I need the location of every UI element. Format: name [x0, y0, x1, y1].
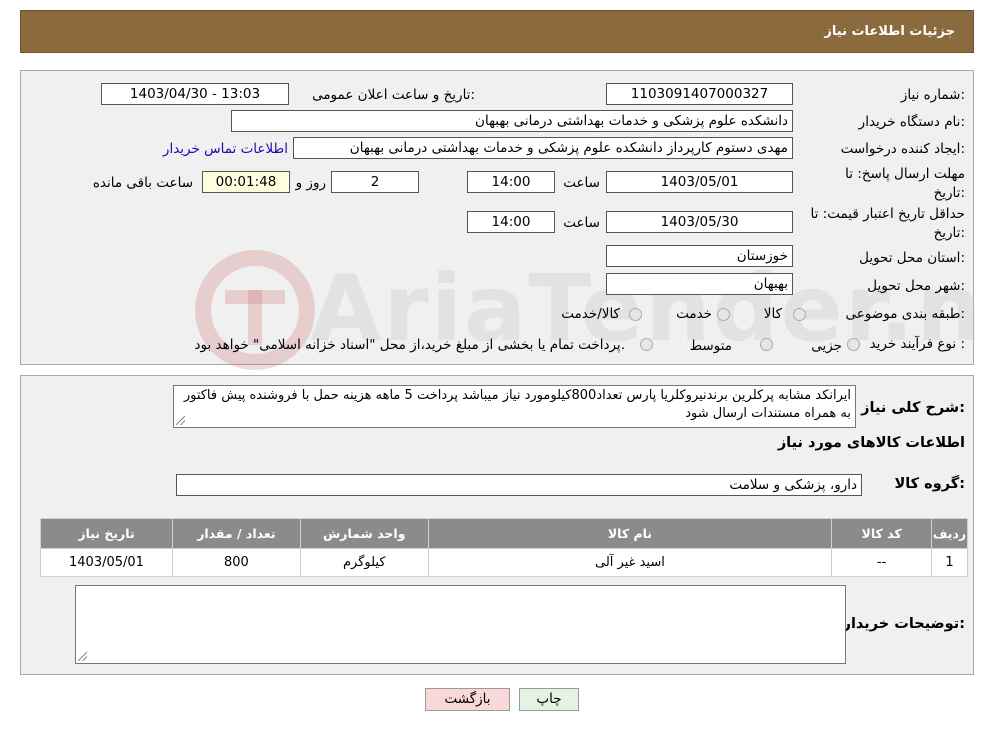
description-text: ایرانکد مشابه پرکلرین برندنیروکلریا پارس…: [183, 388, 851, 421]
buyer-notes-text: [76, 586, 845, 590]
announce-datetime-field: 1403/04/30 - 13:03: [101, 83, 289, 105]
col-need-date: تاریخ نیاز: [40, 518, 173, 549]
goods-group-field: دارو، پزشکی و سلامت: [176, 474, 862, 496]
col-unit: واحد شمارش: [299, 518, 429, 549]
buyer-notes-textarea[interactable]: [75, 585, 846, 664]
cell-goods-name: اسید غیر آلی: [427, 548, 833, 577]
category-label: طبقه بندی موضوعی:: [845, 306, 965, 322]
province-field: خوزستان: [606, 245, 793, 267]
remaining-time-label: ساعت باقی مانده: [92, 175, 193, 191]
province-label: استان محل تحویل:: [859, 250, 965, 266]
category-goods-service-label: کالا/خدمت: [561, 306, 620, 322]
col-goods-code: کد کالا: [831, 518, 933, 549]
validity-label: حداقل تاریخ اعتبار قیمت: تا تاریخ:: [810, 206, 965, 241]
col-quantity: تعداد / مقدار: [171, 518, 301, 549]
process-medium-radio[interactable]: [760, 338, 773, 351]
need-number-field: 1103091407000327: [606, 83, 793, 105]
goods-section-title: اطلاعات کالاهای مورد نیاز: [777, 435, 965, 451]
process-minor-label: جزیی: [811, 338, 842, 354]
cell-unit: کیلوگرم: [299, 548, 429, 577]
validity-date-field: 1403/05/30: [606, 211, 793, 233]
process-type-label: نوع فرآیند خرید :: [869, 336, 965, 352]
buyer-org-label: نام دستگاه خریدار:: [858, 114, 965, 130]
process-note: پرداخت تمام یا بخشی از مبلغ خرید،از محل …: [194, 337, 625, 353]
category-goods-radio[interactable]: [793, 308, 806, 321]
deadline-label: مهلت ارسال پاسخ: تا تاریخ:: [845, 166, 965, 201]
resize-grip-icon[interactable]: [78, 652, 87, 661]
goods-table-header: ردیف کد کالا نام کالا واحد شمارش تعداد /…: [40, 518, 968, 549]
process-medium-label: متوسط: [689, 338, 732, 354]
description-textarea[interactable]: ایرانکد مشابه پرکلرین برندنیروکلریا پارس…: [173, 385, 856, 428]
cell-goods-code: --: [831, 548, 933, 577]
print-button[interactable]: چاپ: [519, 688, 579, 711]
need-number-label: شماره نیاز:: [900, 87, 965, 103]
deadline-time-label: ساعت: [563, 175, 600, 191]
page-title: جزئیات اطلاعات نیاز: [824, 24, 955, 39]
back-button[interactable]: بازگشت: [425, 688, 510, 711]
process-minor-radio[interactable]: [847, 338, 860, 351]
city-label: شهر محل تحویل:: [867, 278, 965, 294]
page-header: جزئیات اطلاعات نیاز: [20, 10, 974, 53]
treasury-bonds-radio[interactable]: [640, 338, 653, 351]
goods-group-label: گروه کالا:: [894, 476, 965, 492]
remaining-time-field: 00:01:48: [202, 171, 290, 193]
col-goods-name: نام کالا: [427, 518, 833, 549]
resize-grip-icon[interactable]: [176, 416, 185, 425]
category-goods-service-radio[interactable]: [629, 308, 642, 321]
city-field: بهبهان: [606, 273, 793, 295]
deadline-time-field: 14:00: [467, 171, 555, 193]
goods-table: ردیف کد کالا نام کالا واحد شمارش تعداد /…: [40, 518, 968, 577]
description-label: شرح کلی نیاز:: [861, 400, 965, 416]
deadline-date-field: 1403/05/01: [606, 171, 793, 193]
cell-quantity: 800: [171, 548, 301, 577]
buyer-org-field: دانشکده علوم پزشکی و خدمات بهداشتی درمان…: [231, 110, 793, 132]
buyer-notes-label: توضیحات خریدار:: [842, 616, 965, 632]
category-goods-label: کالا: [763, 306, 782, 322]
cell-need-date: 1403/05/01: [40, 548, 173, 577]
days-label: روز و: [295, 175, 326, 191]
table-row: 1 -- اسید غیر آلی کیلوگرم 800 1403/05/01: [40, 548, 968, 577]
days-remaining-field: 2: [331, 171, 419, 193]
category-service-label: خدمت: [676, 306, 712, 322]
buyer-contact-link[interactable]: اطلاعات تماس خریدار: [163, 141, 288, 157]
col-row-number: ردیف: [931, 518, 968, 549]
cell-row-number: 1: [931, 548, 968, 577]
validity-time-field: 14:00: [467, 211, 555, 233]
announce-label: تاریخ و ساعت اعلان عمومی:: [312, 87, 475, 103]
validity-time-label: ساعت: [563, 215, 600, 231]
creator-field: مهدی دستوم کارپرداز دانشکده علوم پزشکی و…: [293, 137, 793, 159]
category-service-radio[interactable]: [717, 308, 730, 321]
creator-label: ایجاد کننده درخواست:: [840, 141, 965, 157]
